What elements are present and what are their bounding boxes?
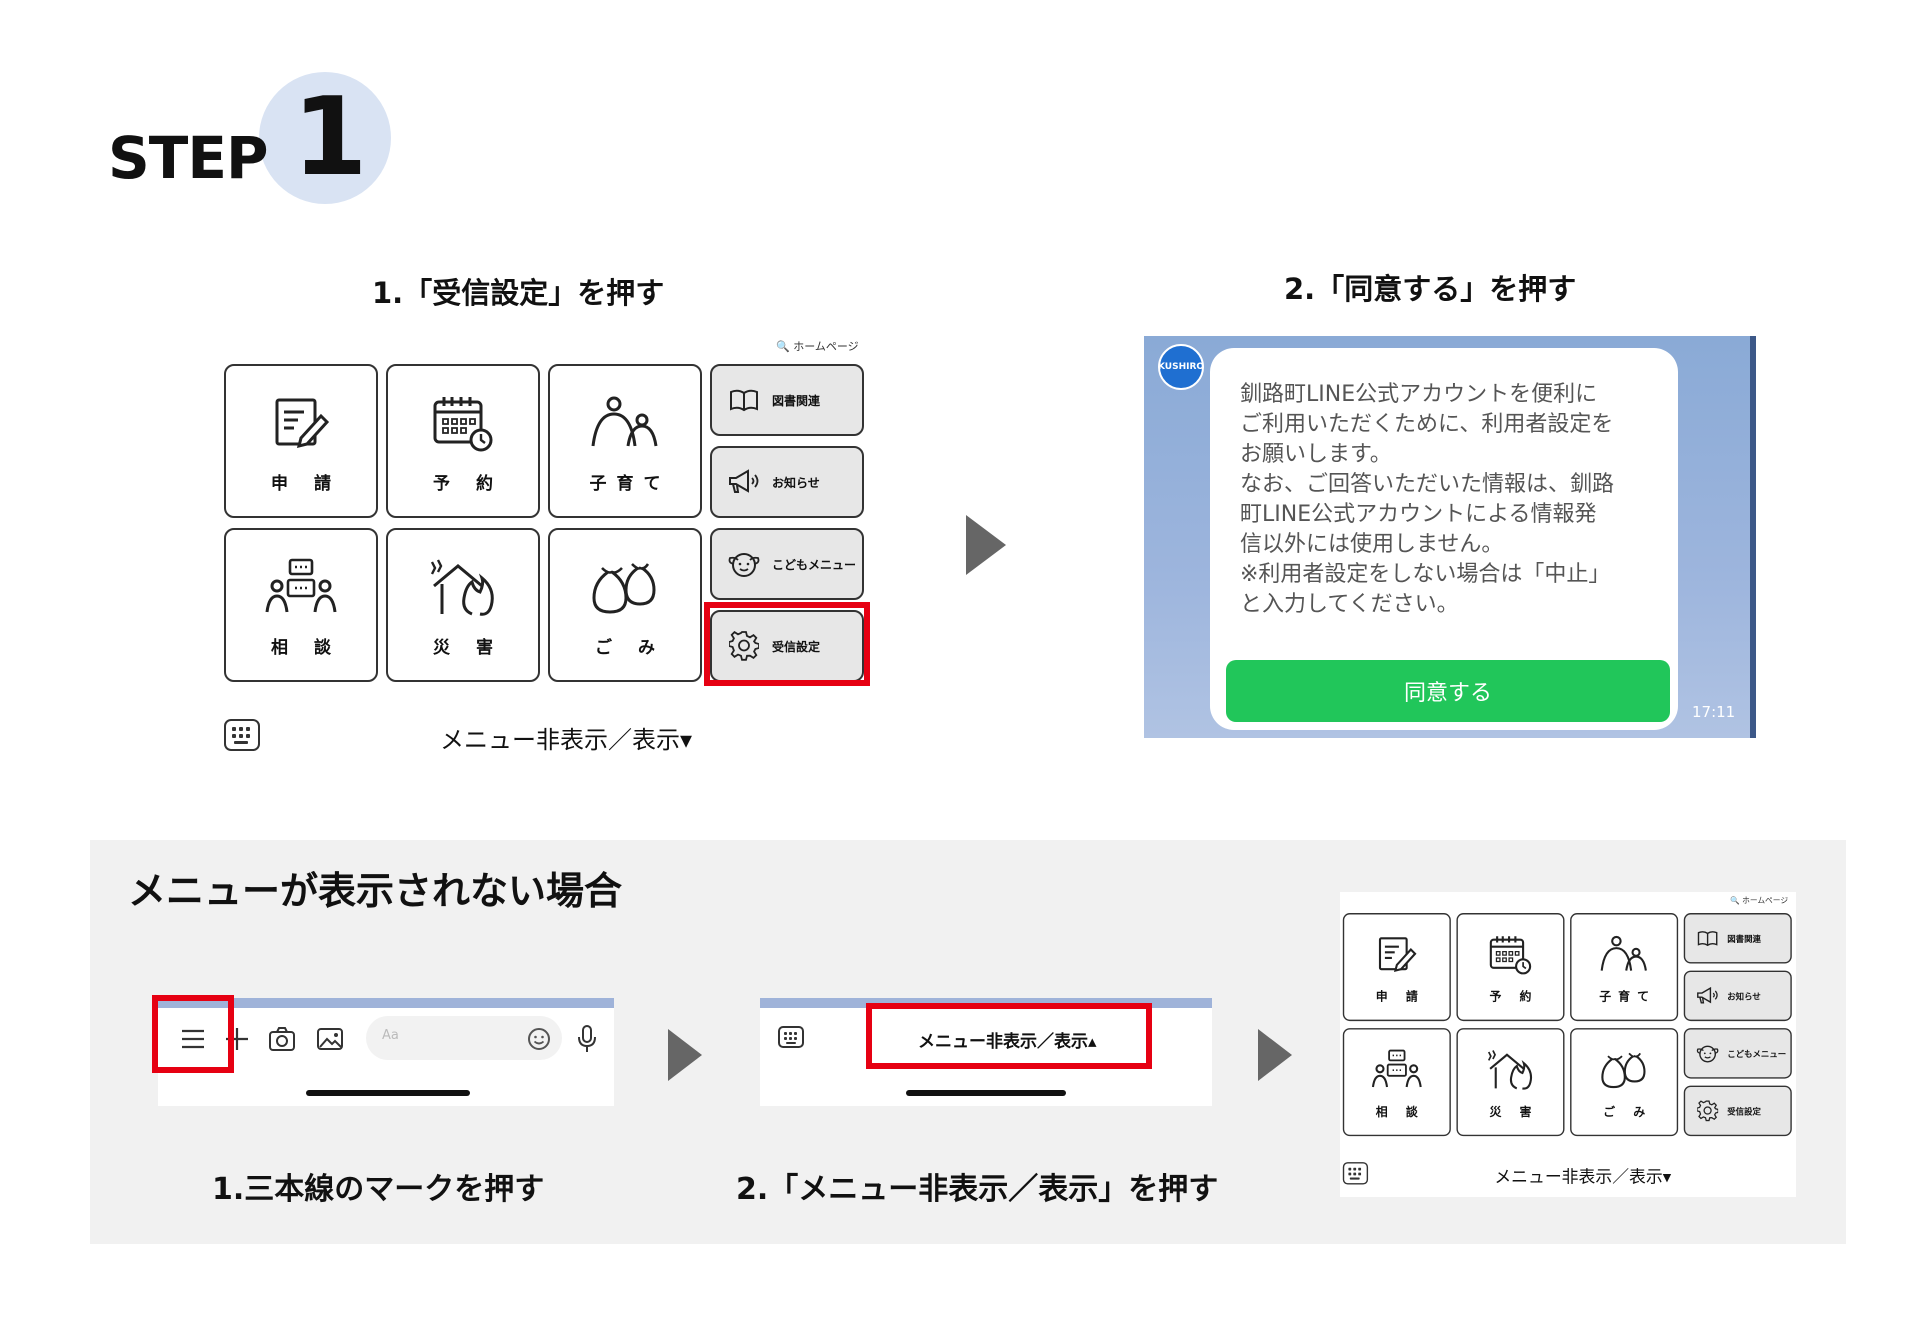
disaster-house-fire-icon [388,558,538,620]
menu-tile-label: こどもメニュー [1727,1048,1787,1059]
gear-icon [1696,1100,1719,1122]
menu-tile-label: ご み [595,638,665,658]
menu-tile-calendar-clock[interactable]: 予 約 [1456,913,1565,1022]
menu-tile-consultation[interactable]: 相 談 [224,528,378,682]
calendar-clock-icon [388,394,538,456]
menu-tile-label: こどもメニュー [772,557,857,572]
camera-icon[interactable] [268,1026,296,1056]
menu-tile-child-face[interactable]: こどもメニュー [710,528,864,600]
menu-tile-calendar-clock[interactable]: 予 約 [386,364,540,518]
menu-tile-parent-child[interactable]: 子育て [1570,913,1679,1022]
menu-tile-label: 予 約 [1489,990,1539,1005]
book-icon [728,385,760,415]
no-menu-title: メニューが表示されない場合 [128,869,623,913]
menu-tile-label: 相 談 [1375,1105,1425,1120]
kushiro-avatar: KUSHIRO [1158,344,1204,390]
menu-toggle-button[interactable]: メニュー非表示／表示▾ [440,720,692,755]
disaster-house-fire-icon [1458,1049,1563,1092]
settings-highlight [704,602,870,686]
child-face-icon [1696,1043,1719,1064]
microphone-icon[interactable] [576,1024,598,1058]
consultation-icon [226,558,376,620]
menu-tile-label: 受信設定 [1727,1106,1761,1117]
application-form-icon [226,394,376,456]
menu-tile-label: 図書関連 [1727,933,1761,944]
parent-child-icon [550,394,700,456]
keyboard-icon[interactable] [778,1026,804,1048]
home-indicator [906,1090,1066,1096]
menu-tile-child-face[interactable]: こどもメニュー [1683,1028,1792,1079]
emoji-icon[interactable] [526,1026,552,1056]
menu-tile-book[interactable]: 図書関連 [710,364,864,436]
menu-tile-label: お知らせ [772,475,820,490]
menu-tile-disaster-house-fire[interactable]: 災 害 [386,528,540,682]
parent-child-icon [1572,934,1677,977]
menu-tile-label: 予 約 [433,474,503,494]
caption-step1: 1.三本線のマークを押す [212,1172,545,1207]
caption-step2: 2.「メニュー非表示／表示」を押す [736,1172,1219,1207]
menu-tile-label: 相 談 [271,638,341,658]
menu-tile-garbage-bags[interactable]: ご み [1570,1028,1679,1137]
hamburger-highlight [152,995,234,1073]
input-placeholder: Aa [382,1028,399,1043]
line-chat-panel: KUSHIRO 釧路町LINE公式アカウントを便利に ご利用いただくために、利用… [1144,336,1756,738]
consent-message: 釧路町LINE公式アカウントを便利に ご利用いただくために、利用者設定を お願い… [1240,382,1615,617]
menu-tile-application-form[interactable]: 申 請 [224,364,378,518]
image-icon[interactable] [316,1026,344,1056]
menu-tile-label: 災 害 [433,638,503,658]
rich-menu-content: 🔍 ホームページ申 請 予 約 子育て相 談 災 害 ご み 図書関連お知らせこどもメニュ… [220,334,870,769]
agree-button[interactable]: 同意する [1226,660,1670,722]
menu-tile-garbage-bags[interactable]: ご み [548,528,702,682]
rich-menu-panel-small: 🔍 ホームページ申 請 予 約 子育て相 談 災 害 ご み 図書関連お知らせこどもメニュ… [1340,892,1796,1197]
homepage-link[interactable]: 🔍 ホームページ [776,338,859,354]
arrow-right-icon [668,1029,702,1081]
menu-tile-book[interactable]: 図書関連 [1683,913,1792,964]
consultation-icon [1344,1049,1449,1092]
garbage-bags-icon [550,558,700,620]
calendar-clock-icon [1458,934,1563,977]
step-number: 1 [292,75,368,200]
menu-toggle-highlight [866,1003,1152,1069]
menu-tile-megaphone[interactable]: お知らせ [710,446,864,518]
arrow-right-icon [1258,1029,1292,1081]
menu-tile-label: 申 請 [271,474,341,494]
menu-tile-disaster-house-fire[interactable]: 災 害 [1456,1028,1565,1137]
step-label: STEP [108,124,268,192]
book-icon [1696,928,1718,949]
step2-title: 2.「同意する」を押す [1284,272,1577,306]
menu-tile-label: 災 害 [1489,1105,1539,1120]
child-face-icon [728,549,760,579]
menu-tile-label: 図書関連 [772,393,821,408]
arrow-right-icon [966,515,1006,575]
megaphone-icon [1696,985,1718,1006]
menu-tile-gear[interactable]: 受信設定 [1683,1085,1792,1137]
menu-tile-consultation[interactable]: 相 談 [1342,1028,1451,1137]
menu-tile-label: 子育て [1599,990,1657,1005]
menu-tile-label: 子育て [589,474,671,494]
menu-tile-application-form[interactable]: 申 請 [1342,913,1451,1022]
menu-tile-label: お知らせ [1727,991,1761,1002]
menu-tile-label: ご み [1603,1105,1653,1120]
megaphone-icon [728,467,760,497]
keyboard-icon[interactable] [1342,1162,1369,1185]
menu-tile-megaphone[interactable]: お知らせ [1683,970,1792,1022]
homepage-link[interactable]: 🔍 ホームページ [1730,895,1788,906]
keyboard-icon[interactable] [224,719,260,751]
step1-title: 1.「受信設定」を押す [372,276,665,310]
application-form-icon [1344,934,1449,977]
menu-tile-label: 申 請 [1375,990,1425,1005]
rich-menu-content: 🔍 ホームページ申 請 予 約 子育て相 談 災 害 ご み 図書関連お知らせこどもメニュ… [1340,892,1796,1197]
home-indicator [306,1090,470,1096]
garbage-bags-icon [1572,1049,1677,1092]
menu-toggle-button[interactable]: メニュー非表示／表示▾ [1494,1163,1671,1188]
menu-tile-parent-child[interactable]: 子育て [548,364,702,518]
rich-menu-panel: 🔍 ホームページ申 請 予 約 子育て相 談 災 害 ご み 図書関連お知らせこどもメニュ… [220,334,870,769]
message-time: 17:11 [1692,703,1736,721]
message-bubble: 釧路町LINE公式アカウントを便利に ご利用いただくために、利用者設定を お願い… [1210,348,1678,730]
